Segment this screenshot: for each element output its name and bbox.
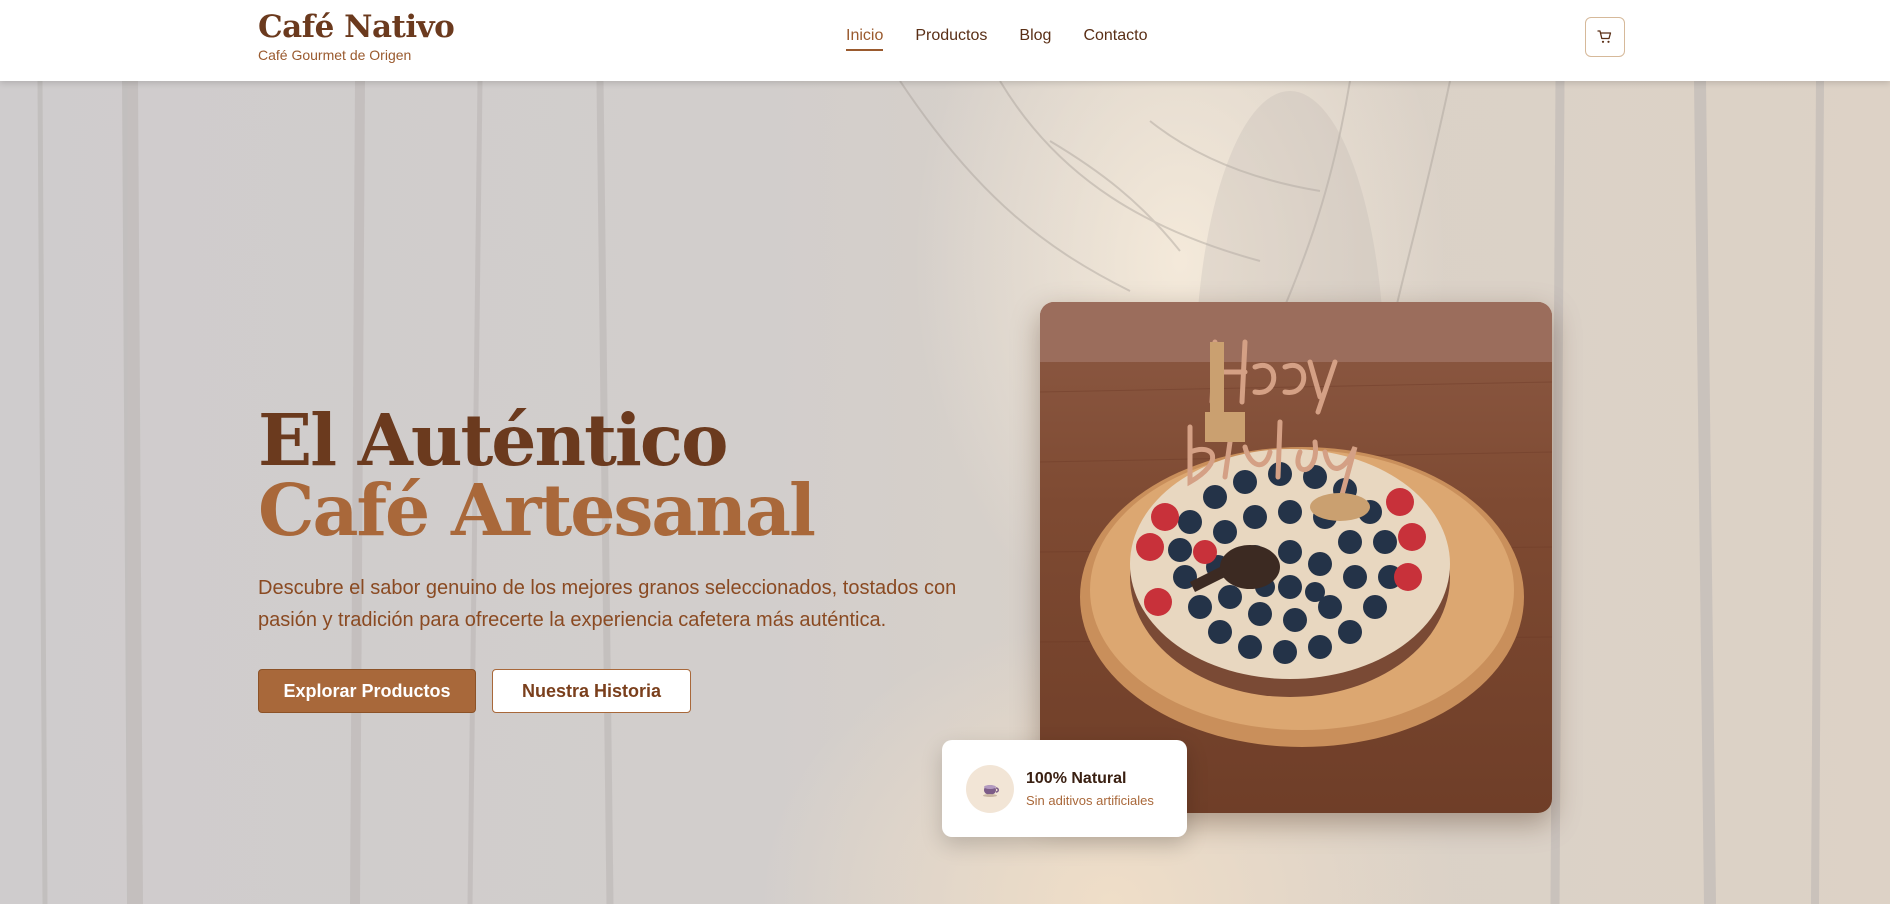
headline-line-2: Café Artesanal [258, 468, 816, 552]
coffee-cup-icon [966, 765, 1014, 813]
site-header: Café Nativo Café Gourmet de Origen Inici… [0, 0, 1890, 81]
hero-image-card [1040, 302, 1552, 813]
headline-line-1: El Auténtico [258, 398, 728, 482]
shopping-cart-icon [1597, 30, 1612, 43]
brand-logo[interactable]: Café Nativo Café Gourmet de Origen [258, 8, 455, 63]
natural-badge: 100% Natural Sin aditivos artificiales [942, 740, 1187, 837]
badge-title: 100% Natural [1026, 770, 1127, 787]
cart-button[interactable] [1585, 17, 1625, 57]
brand-subtitle: Café Gourmet de Origen [258, 47, 412, 63]
nav-item-inicio[interactable]: Inicio [846, 27, 884, 51]
main-nav: Inicio Productos Blog Contacto [846, 27, 1179, 51]
our-story-button[interactable]: Nuestra Historia [492, 669, 691, 713]
cake-image [1040, 302, 1552, 747]
badge-subtitle: Sin aditivos artificiales [1026, 793, 1154, 808]
nav-item-blog[interactable]: Blog [1019, 27, 1051, 51]
nav-item-productos[interactable]: Productos [915, 27, 987, 51]
hero-description: Descubre el sabor genuino de los mejores… [258, 577, 957, 631]
hero-section: El Auténtico Café Artesanal Descubre el … [0, 81, 1890, 904]
explore-products-button[interactable]: Explorar Productos [258, 669, 476, 713]
brand-title[interactable]: Café Nativo [258, 8, 455, 46]
nav-item-contacto[interactable]: Contacto [1083, 27, 1147, 51]
hero-headline: El Auténtico Café Artesanal [258, 398, 816, 552]
